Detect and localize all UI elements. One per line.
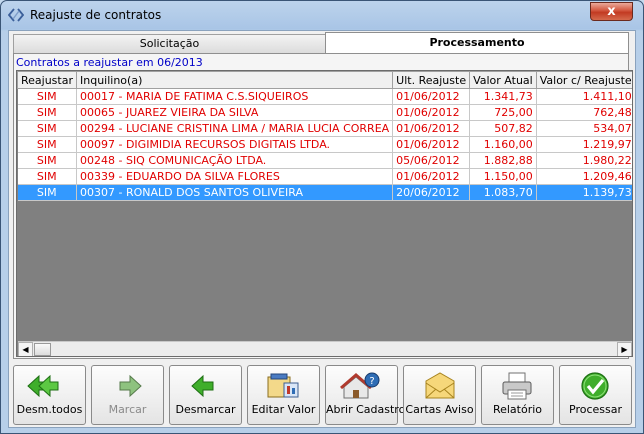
cell-valor-atual[interactable]: 1.341,73 xyxy=(469,88,537,105)
abrir-cadastro-button[interactable]: ? Abrir Cadastro xyxy=(325,365,406,425)
cell-valor-atual[interactable]: 1.882,88 xyxy=(469,152,537,169)
close-icon: x xyxy=(607,4,616,19)
table-row[interactable]: SIM 00248 - SIQ COMUNICAÇÃO LTDA. 05/06/… xyxy=(17,152,632,169)
cell-valor-reajuste[interactable]: 1.411,10 xyxy=(536,88,632,105)
cell-inquilino[interactable]: 00065 - JUAREZ VIEIRA DA SILVA xyxy=(76,104,394,121)
cell-valor-reajuste[interactable]: 534,07 xyxy=(536,120,632,137)
cell-inquilino[interactable]: 00294 - LUCIANE CRISTINA LIMA / MARIA LU… xyxy=(76,120,394,137)
abrir-cadastro-label: Abrir Cadastro xyxy=(326,403,406,416)
cell-valor-reajuste[interactable]: 1.980,22 xyxy=(536,152,632,169)
processar-label: Processar xyxy=(569,403,622,416)
column-header-valor-reajuste[interactable]: Valor c/ Reajuste xyxy=(535,71,632,89)
window-title: Reajuste de contratos xyxy=(30,8,162,22)
tab-processamento[interactable]: Processamento xyxy=(325,32,629,53)
table-row[interactable]: SIM 00065 - JUAREZ VIEIRA DA SILVA 01/06… xyxy=(17,104,632,121)
cell-ult-reajuste[interactable]: 01/06/2012 xyxy=(392,168,471,185)
header-row: Reajustar Inquilino(a) Ult. Reajuste Val… xyxy=(17,71,632,89)
cell-inquilino[interactable]: 00339 - EDUARDO DA SILVA FLORES xyxy=(76,168,394,185)
tab-solicitacao[interactable]: Solicitação xyxy=(13,34,326,53)
scrollbar-thumb[interactable] xyxy=(34,343,51,356)
scroll-left-icon[interactable]: ◀ xyxy=(18,342,33,356)
app-icon xyxy=(8,8,24,22)
column-header-valor-atual[interactable]: Valor Atual xyxy=(469,71,537,89)
editar-valor-label: Editar Valor xyxy=(251,403,316,416)
cell-reajustar[interactable]: SIM xyxy=(17,136,77,153)
svg-text:?: ? xyxy=(369,376,374,387)
desmarcar-label: Desmarcar xyxy=(175,403,236,416)
editar-valor-button[interactable]: Editar Valor xyxy=(247,365,320,425)
main-window: Reajuste de contratos x Solicitação Proc… xyxy=(0,0,644,434)
desmarcar-button[interactable]: Desmarcar xyxy=(169,365,242,425)
cell-valor-atual[interactable]: 507,82 xyxy=(469,120,537,137)
desm-todos-label: Desm.todos xyxy=(16,403,83,416)
cartas-aviso-label: Cartas Aviso xyxy=(405,403,474,416)
relatorio-button[interactable]: Relatório xyxy=(481,365,554,425)
cell-ult-reajuste[interactable]: 01/06/2012 xyxy=(392,104,471,121)
marcar-label: Marcar xyxy=(108,403,147,416)
table-row[interactable]: SIM 00017 - MARIA DE FATIMA C.S.SIQUEIRO… xyxy=(17,88,632,105)
cell-ult-reajuste[interactable]: 01/06/2012 xyxy=(392,88,471,105)
panel-label: Contratos a reajustar em 06/2013 xyxy=(16,56,203,69)
cell-reajustar[interactable]: SIM xyxy=(17,88,77,105)
contracts-grid: Reajustar Inquilino(a) Ult. Reajuste Val… xyxy=(16,70,633,357)
cell-valor-reajuste[interactable]: 1.209,46 xyxy=(536,168,632,185)
table-row[interactable]: SIM 00294 - LUCIANE CRISTINA LIMA / MARI… xyxy=(17,120,632,137)
processar-button[interactable]: Processar xyxy=(559,365,632,425)
edit-value-icon xyxy=(267,373,299,398)
printer-icon xyxy=(502,372,532,400)
horizontal-scrollbar[interactable]: ◀ ▶ xyxy=(18,341,632,356)
close-button[interactable]: x xyxy=(590,2,633,21)
cell-valor-atual[interactable]: 725,00 xyxy=(469,104,537,121)
column-header-reajustar[interactable]: Reajustar xyxy=(17,71,77,89)
client-area: Solicitação Processamento Contratos a re… xyxy=(8,30,636,428)
cell-inquilino[interactable]: 00017 - MARIA DE FATIMA C.S.SIQUEIROS xyxy=(76,88,394,105)
cell-reajustar[interactable]: SIM xyxy=(17,120,77,137)
scroll-right-icon[interactable]: ▶ xyxy=(617,342,632,356)
cell-ult-reajuste[interactable]: 05/06/2012 xyxy=(392,152,471,169)
cell-inquilino[interactable]: 00248 - SIQ COMUNICAÇÃO LTDA. xyxy=(76,152,394,169)
right-arrow-icon xyxy=(119,374,142,398)
cell-valor-atual[interactable]: 1.150,00 xyxy=(469,168,537,185)
desm-todos-button[interactable]: Desm.todos xyxy=(13,365,86,425)
cartas-aviso-button[interactable]: Cartas Aviso xyxy=(403,365,476,425)
relatorio-label: Relatório xyxy=(492,403,543,416)
checkmark-icon xyxy=(581,372,609,400)
cell-inquilino[interactable]: 00307 - RONALD DOS SANTOS OLIVEIRA xyxy=(76,184,394,201)
marcar-button[interactable]: Marcar xyxy=(91,365,164,425)
open-record-icon: ? xyxy=(340,372,380,399)
title-bar[interactable]: Reajuste de contratos x xyxy=(1,1,643,30)
cell-ult-reajuste[interactable]: 01/06/2012 xyxy=(392,136,471,153)
cell-valor-reajuste[interactable]: 1.139,73 xyxy=(536,184,632,201)
left-arrow-icon xyxy=(191,374,214,398)
table-row[interactable]: SIM 00097 - DIGIMIDIA RECURSOS DIGITAIS … xyxy=(17,136,632,153)
cell-valor-reajuste[interactable]: 762,48 xyxy=(536,104,632,121)
column-header-inquilino[interactable]: Inquilino(a) xyxy=(75,71,394,89)
cell-reajustar[interactable]: SIM xyxy=(17,184,77,201)
cell-valor-atual[interactable]: 1.160,00 xyxy=(469,136,537,153)
cell-inquilino[interactable]: 00097 - DIGIMIDIA RECURSOS DIGITAIS LTDA… xyxy=(76,136,394,153)
table-row-selected[interactable]: SIM 00307 - RONALD DOS SANTOS OLIVEIRA 2… xyxy=(17,184,632,201)
cell-reajustar[interactable]: SIM xyxy=(17,104,77,121)
column-header-ult-reajuste[interactable]: Ult. Reajuste xyxy=(392,71,471,89)
contracts-table: Reajustar Inquilino(a) Ult. Reajuste Val… xyxy=(17,71,632,201)
table-row[interactable]: SIM 00339 - EDUARDO DA SILVA FLORES 01/0… xyxy=(17,168,632,185)
cell-ult-reajuste[interactable]: 20/06/2012 xyxy=(392,184,471,201)
cell-valor-atual[interactable]: 1.083,70 xyxy=(469,184,537,201)
cell-reajustar[interactable]: SIM xyxy=(17,152,77,169)
cell-reajustar[interactable]: SIM xyxy=(17,168,77,185)
envelope-icon xyxy=(425,372,455,399)
processing-panel: Contratos a reajustar em 06/2013 Reajust… xyxy=(13,53,633,359)
cell-valor-reajuste[interactable]: 1.219,97 xyxy=(536,136,632,153)
double-left-arrow-icon xyxy=(27,374,59,398)
cell-ult-reajuste[interactable]: 01/06/2012 xyxy=(392,120,471,137)
